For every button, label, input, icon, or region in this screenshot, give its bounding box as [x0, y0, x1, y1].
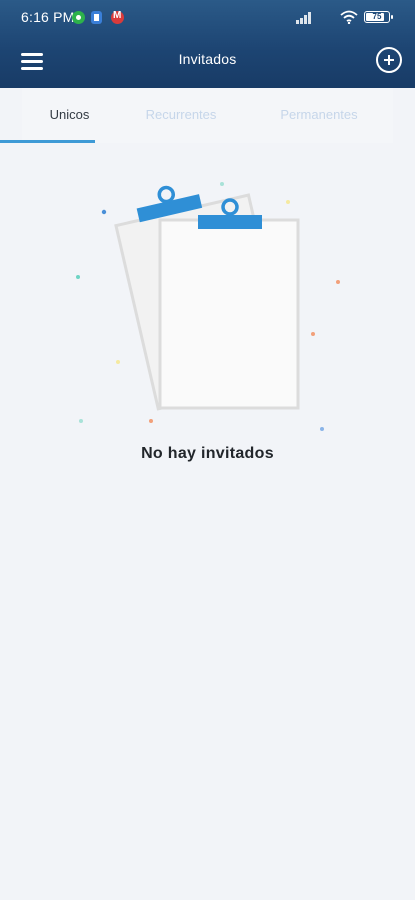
tab-permanentes[interactable]: Permanentes — [245, 88, 393, 143]
empty-state-message: No hay invitados — [141, 445, 274, 462]
confetti-dot — [101, 209, 107, 215]
battery-level: 75 — [372, 12, 382, 21]
battery-icon: 75 — [364, 11, 393, 23]
confetti-dot — [320, 427, 324, 431]
signal-icon — [296, 11, 314, 24]
gmail-icon — [111, 10, 124, 24]
header: 6:16 PM 75 Invitados — [0, 0, 415, 88]
clipboards-icon — [76, 182, 340, 431]
confetti-dot — [286, 200, 290, 204]
tab-label: Recurrentes — [145, 107, 217, 122]
confetti-dot — [79, 419, 83, 423]
status-bar: 6:16 PM 75 — [0, 0, 415, 34]
confetti-dot — [220, 182, 224, 186]
whatsapp-icon — [72, 11, 85, 24]
document-icon — [91, 11, 102, 24]
confetti-dot — [116, 360, 120, 364]
add-circle-icon[interactable] — [376, 47, 402, 73]
app-bar: Invitados — [0, 34, 415, 88]
tab-label: Permanentes — [280, 107, 358, 122]
confetti-dot — [76, 275, 80, 279]
confetti-dot — [311, 332, 315, 336]
tab-label: Unicos — [49, 107, 90, 122]
confetti-dot — [336, 280, 340, 284]
page-title: Invitados — [178, 51, 237, 67]
wifi-icon — [340, 10, 358, 24]
confetti-dot — [149, 419, 153, 423]
tab-unicos[interactable]: Unicos — [22, 88, 117, 143]
tab-recurrentes[interactable]: Recurrentes — [117, 88, 245, 143]
status-time: 6:16 PM — [21, 9, 75, 25]
tab-bar: Unicos Recurrentes Permanentes — [22, 88, 393, 143]
active-tab-indicator — [0, 140, 95, 143]
